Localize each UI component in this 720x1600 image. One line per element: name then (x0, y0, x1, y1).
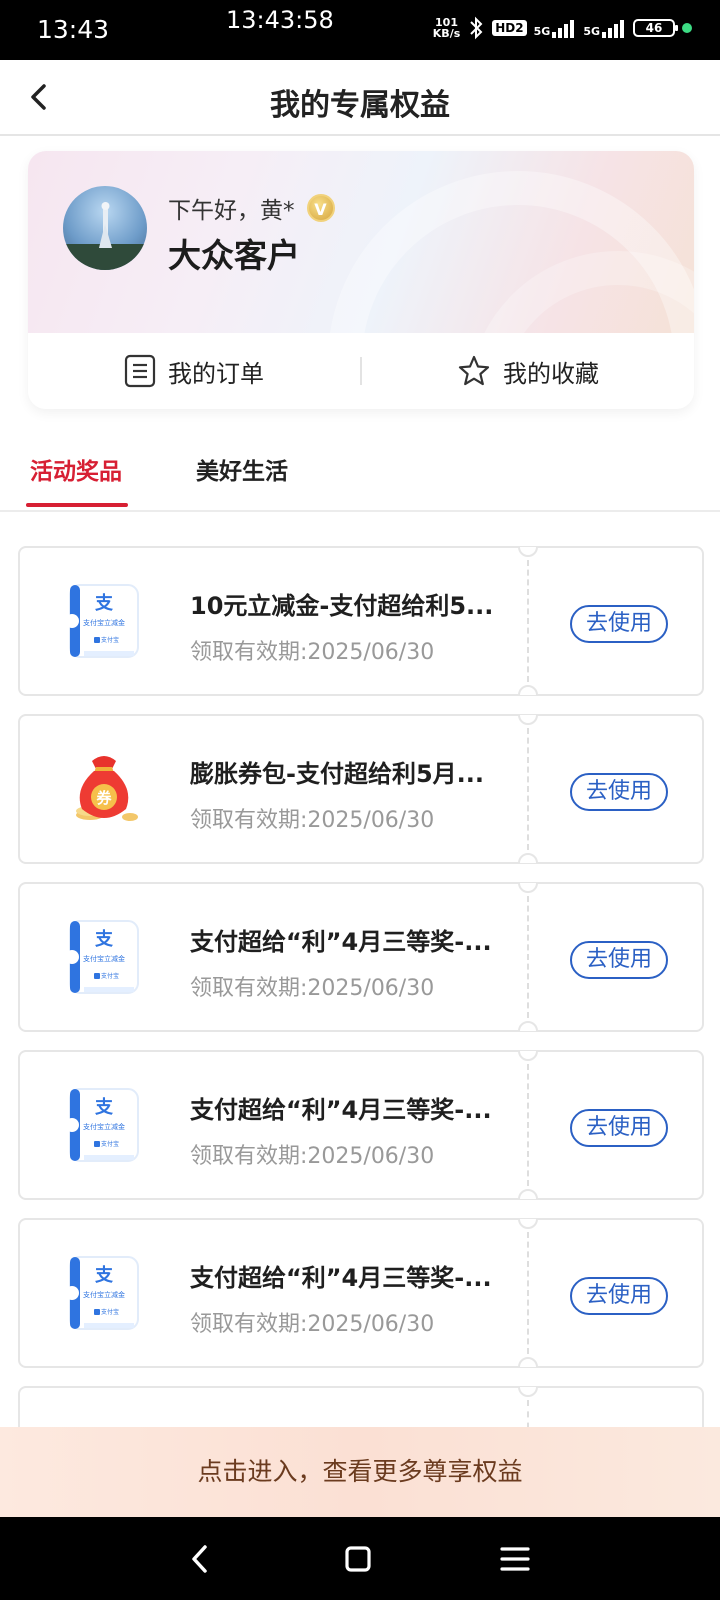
status-time: 13:43 (37, 15, 110, 44)
coupon-item[interactable]: 支 支付宝立减金 支付宝 支付超给“利”4月三等奖-... 领取有效期:2025… (18, 882, 704, 1032)
nav-menu-icon[interactable] (497, 1541, 533, 1577)
alipay-coupon-line: 支付宝立减金 (83, 618, 125, 627)
alipay-coupon-icon: 支 支付宝立减金 支付宝 (66, 1088, 139, 1162)
coupon-title: 支付超给“利”4月三等奖-... (190, 928, 492, 956)
ticket-notch (518, 1021, 538, 1031)
ticket-notch (518, 685, 538, 695)
ticket-notch (518, 715, 538, 725)
ticket-notch (518, 1051, 538, 1061)
greeting: 下午好，黄* V (168, 191, 335, 225)
alipay-coupon-icon: 支 支付宝立减金 支付宝 (66, 1256, 139, 1330)
profile-card: 下午好，黄* V 大众客户 我的订单 我的收藏 (28, 151, 694, 409)
tab-activity-prizes[interactable]: 活动奖品 (30, 452, 122, 486)
ticket-notch (518, 853, 538, 863)
sim1-network: 5G (533, 25, 551, 38)
ticket-notch (518, 547, 538, 557)
alipay-coupon-line: 支付宝立减金 (83, 1290, 125, 1299)
greeting-text: 下午好，黄* (168, 198, 295, 224)
coupon-title: 膨胀券包-支付超给利5月... (190, 760, 485, 788)
ticket-notch (518, 1357, 538, 1367)
page-title: 我的专属权益 (270, 88, 450, 123)
profile-banner: 下午好，黄* V 大众客户 (28, 151, 694, 333)
alipay-brand: 支付宝 (101, 636, 119, 644)
alipay-brand: 支付宝 (101, 1308, 119, 1316)
coupon-item[interactable]: 支 支付宝立减金 支付宝 支付超给“利”4月三等奖-... 领取有效期:2025… (18, 1050, 704, 1200)
nav-home-icon[interactable] (340, 1541, 376, 1577)
coupon-validity: 领取有效期:2025/06/30 (190, 808, 435, 833)
alipay-coupon-icon: 支 支付宝立减金 支付宝 (66, 584, 139, 658)
alipay-char: 支 (94, 1264, 114, 1285)
alipay-brand: 支付宝 (101, 1140, 119, 1148)
coupon-title: 10元立减金-支付超给利5... (190, 592, 494, 620)
coupon-validity: 领取有效期:2025/06/30 (190, 1144, 435, 1169)
alipay-coupon-line: 支付宝立减金 (83, 1122, 125, 1131)
coupon-title: 支付超给“利”4月三等奖-... (190, 1096, 492, 1124)
tab-bar: 活动奖品 美好生活 (0, 440, 720, 512)
bag-char: 券 (96, 789, 112, 807)
my-orders-link[interactable]: 我的订单 (28, 333, 360, 409)
ticket-separator (527, 560, 529, 682)
signal-sim2: 5G (583, 18, 626, 38)
more-benefits-banner[interactable]: 点击进入，查看更多尊享权益 (0, 1427, 720, 1517)
use-coupon-button[interactable]: 去使用 (570, 605, 668, 643)
tab-better-life[interactable]: 美好生活 (196, 452, 288, 486)
battery-icon: 46 (633, 19, 678, 37)
system-nav-bar (0, 1517, 720, 1600)
signal-sim1: 5G (534, 18, 577, 38)
customer-level: 大众客户 (168, 236, 300, 275)
net-speed-unit: KB/s (432, 27, 461, 40)
status-bar: 13:43 13:43:58 101 KB/s HD2 5G 5G 46 (0, 0, 720, 60)
privacy-dot-icon (682, 23, 692, 33)
alipay-coupon-icon: 支 支付宝立减金 支付宝 (66, 920, 139, 994)
status-icons: 101 KB/s HD2 5G 5G 46 (433, 16, 692, 40)
alipay-coupon-line: 支付宝立减金 (83, 954, 125, 963)
use-coupon-button[interactable]: 去使用 (570, 1109, 668, 1147)
coupon-item[interactable]: 支 支付宝立减金 支付宝 支付超给“利”4月三等奖-... 领取有效期:2025… (18, 1218, 704, 1368)
coupon-title: 支付超给“利”4月三等奖-... (190, 1264, 492, 1292)
coupon-validity: 领取有效期:2025/06/30 (190, 1312, 435, 1337)
alipay-char: 支 (94, 592, 114, 613)
alipay-char: 支 (94, 1096, 114, 1117)
signal-bars-icon (552, 20, 575, 38)
ticket-separator (527, 1064, 529, 1186)
red-bag-coupon-icon: 券 (76, 756, 138, 821)
ticket-separator (527, 728, 529, 850)
ticket-separator (527, 1232, 529, 1354)
active-tab-indicator (26, 503, 128, 507)
net-speed: 101 KB/s (433, 17, 460, 39)
my-favorites-link[interactable]: 我的收藏 (362, 333, 694, 409)
star-icon (458, 355, 490, 386)
profile-links: 我的订单 我的收藏 (28, 333, 694, 409)
my-favorites-label: 我的收藏 (503, 359, 599, 388)
order-list-icon (124, 354, 156, 388)
app-header: 我的专属权益 (0, 60, 720, 136)
coupon-validity: 领取有效期:2025/06/30 (190, 640, 435, 665)
bluetooth-icon (470, 16, 483, 40)
ticket-notch (518, 1189, 538, 1199)
use-coupon-button[interactable]: 去使用 (570, 941, 668, 979)
coupon-validity: 领取有效期:2025/06/30 (190, 976, 435, 1001)
vip-badge-icon: V (306, 194, 335, 222)
status-clock: 13:43:58 (226, 6, 334, 34)
coupon-item[interactable]: 支 支付宝立减金 支付宝 10元立减金-支付超给利5... 领取有效期:2025… (18, 546, 704, 696)
signal-bars-icon (602, 20, 624, 38)
coupon-item[interactable]: 券 膨胀券包-支付超给利5月... 领取有效期:2025/06/30 去使用 (18, 714, 704, 864)
ticket-notch (518, 883, 538, 893)
alipay-brand: 支付宝 (101, 972, 119, 980)
ticket-separator (527, 896, 529, 1018)
hd-voice-icon: HD2 (492, 20, 527, 36)
use-coupon-button[interactable]: 去使用 (570, 773, 668, 811)
ticket-notch (518, 1387, 538, 1397)
use-coupon-button[interactable]: 去使用 (570, 1277, 668, 1315)
avatar-image (63, 202, 147, 270)
alipay-char: 支 (94, 928, 114, 949)
avatar[interactable] (63, 186, 147, 270)
nav-back-icon[interactable] (183, 1541, 219, 1577)
my-orders-label: 我的订单 (168, 359, 264, 388)
sim2-network: 5G (583, 25, 600, 38)
ticket-notch (518, 1219, 538, 1229)
